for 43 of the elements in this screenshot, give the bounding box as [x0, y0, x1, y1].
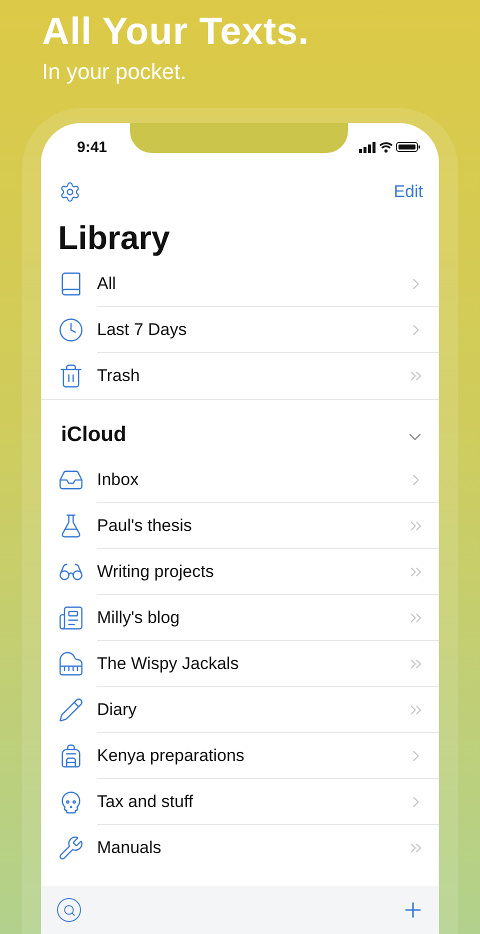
subheadline: In your pocket.	[42, 58, 188, 86]
search-icon	[62, 904, 76, 916]
wrench-icon	[58, 835, 84, 861]
folder-name: Trash	[97, 366, 141, 386]
trash-icon	[58, 363, 84, 389]
folder-row[interactable]: Milly's blog	[41, 595, 439, 641]
folder-name: Last 7 Days	[97, 320, 188, 340]
folder-name: Paul's thesis	[97, 516, 193, 536]
folder-name: Diary	[97, 700, 138, 720]
folder-name: Writing projects	[97, 562, 215, 582]
folder-row[interactable]: Inbox	[41, 457, 439, 503]
folder-row[interactable]: Paul's thesis	[41, 503, 439, 549]
settings-icon	[59, 181, 81, 203]
folder-row[interactable]: All	[41, 261, 439, 307]
headline: All Your Texts.	[42, 10, 310, 54]
edit-button[interactable]: Edit	[394, 182, 423, 202]
clock-icon	[58, 317, 84, 343]
section-title: iCloud	[61, 423, 126, 447]
folder-name: Manuals	[97, 838, 162, 858]
piano-icon	[58, 651, 84, 677]
status-time: 9:41	[77, 138, 108, 156]
folder-row[interactable]: The Wispy Jackals	[41, 641, 439, 687]
newspaper-icon	[58, 605, 84, 631]
folder-name: The Wispy Jackals	[97, 654, 240, 674]
folder-row[interactable]: Manuals	[41, 825, 439, 871]
folder-row[interactable]: Kenya preparations	[41, 733, 439, 779]
folder-name: All	[97, 274, 117, 294]
folder-name: Inbox	[97, 470, 140, 490]
page-title: Library	[57, 218, 171, 258]
battery-icon	[396, 142, 420, 152]
pencil-icon	[58, 697, 84, 723]
folder-row[interactable]: Trash	[41, 353, 439, 399]
folder-row[interactable]: Diary	[41, 687, 439, 733]
folder-row[interactable]: Writing projects	[41, 549, 439, 595]
signal-icon	[359, 142, 376, 153]
wifi-icon	[379, 142, 393, 153]
settings-button[interactable]	[59, 181, 81, 203]
folder-row[interactable]: Tax and stuff	[41, 779, 439, 825]
folder-name: Tax and stuff	[97, 792, 194, 812]
folder-row[interactable]: Last 7 Days	[41, 307, 439, 353]
folder-name: Kenya preparations	[97, 746, 246, 766]
search-button[interactable]	[57, 898, 81, 922]
folder-name: Milly's blog	[97, 608, 181, 628]
